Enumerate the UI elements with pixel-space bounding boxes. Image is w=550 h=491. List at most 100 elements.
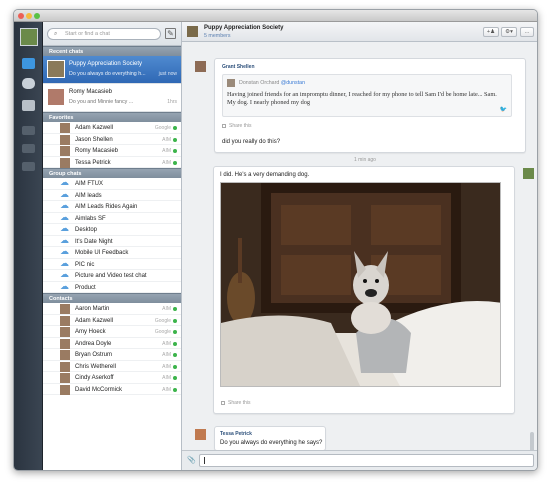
contact-avatar xyxy=(60,304,70,314)
message-input[interactable] xyxy=(199,454,534,467)
group-avatar xyxy=(47,60,65,78)
app-window: ⌕ Start or find a chat ✎ Recent chats Pup… xyxy=(13,9,538,471)
share-checkbox[interactable] xyxy=(221,400,225,405)
profile-avatar[interactable] xyxy=(20,28,38,46)
contacts-item[interactable]: Amy Hoeck Google xyxy=(43,326,181,338)
twitter-bird-icon: 🐦 xyxy=(499,107,507,113)
more-button[interactable]: … xyxy=(520,27,534,37)
service-label: AIM xyxy=(162,340,171,347)
contacts-item[interactable]: Bryan Ostrum AIM xyxy=(43,349,181,361)
online-status-dot xyxy=(173,307,177,311)
cloud-icon: ☁ xyxy=(60,188,69,199)
groups-item[interactable]: ☁ Picture and Video test chat xyxy=(43,270,181,282)
cloud-icon: ☁ xyxy=(60,269,69,279)
favorites-item[interactable]: Tessa Petrick AIM xyxy=(43,157,181,168)
chat-bubble-icon[interactable] xyxy=(22,58,35,69)
contacts-item[interactable]: Cindy Aserkoff AIM xyxy=(43,372,181,384)
compose-icon[interactable]: ✎ xyxy=(165,28,176,39)
zoom-window-button[interactable] xyxy=(34,13,40,19)
contact-avatar xyxy=(60,134,70,145)
attach-icon[interactable]: 📎 xyxy=(187,456,196,464)
dog-photo xyxy=(221,183,500,386)
timestamp: 1 min ago xyxy=(354,157,376,163)
groups-item[interactable]: ☁ AIM FTUX xyxy=(43,178,181,190)
contact-avatar xyxy=(60,338,70,349)
cloud-icon: ☁ xyxy=(60,177,69,187)
camera-icon[interactable] xyxy=(22,126,35,135)
image-icon[interactable] xyxy=(22,162,35,171)
text-cursor xyxy=(204,457,205,464)
favorites-item[interactable]: Romy Macasieb AIM xyxy=(43,145,181,157)
title-bar xyxy=(14,10,537,22)
section-favorites: Favorites xyxy=(43,112,181,122)
service-label: AIM xyxy=(162,352,171,358)
online-status-dot xyxy=(173,330,177,334)
recent-chat-item[interactable]: Romy Macasieb Do you and Minnie fancy ..… xyxy=(43,84,181,112)
cloud-icon: ☁ xyxy=(60,223,69,233)
online-status-dot xyxy=(173,137,177,142)
share-this[interactable]: Share this xyxy=(222,123,252,129)
contact-avatar xyxy=(60,327,70,337)
online-status-dot xyxy=(173,376,177,380)
add-people-button[interactable]: +♟ xyxy=(483,27,499,37)
message-input-bar: 📎 xyxy=(182,450,537,470)
groups-item[interactable]: ☁ Product xyxy=(43,281,181,293)
cloud-icon: ☁ xyxy=(60,257,69,268)
message-grant: Grant Shellen Donstan Orchard @dunstan H… xyxy=(214,58,526,153)
tessa-avatar xyxy=(195,429,206,440)
online-status-dot xyxy=(173,353,177,357)
cloud-icon: ☁ xyxy=(60,200,69,210)
groups-item[interactable]: ☁ Mobile UI Feedback xyxy=(43,247,181,259)
tweet-avatar xyxy=(227,79,235,87)
group-avatar xyxy=(187,26,198,37)
service-label: AIM xyxy=(162,148,171,154)
contacts-item[interactable]: Adam Kazwell Google xyxy=(43,315,181,326)
settings-menu-button[interactable]: ⚙▾ xyxy=(501,27,517,37)
contact-avatar xyxy=(60,157,70,168)
contact-avatar xyxy=(60,315,70,326)
service-label: Google xyxy=(154,125,171,131)
message-tessa: Tessa Petrick Do you always do everythin… xyxy=(214,426,326,451)
service-label: AIM xyxy=(162,363,171,370)
online-status-dot xyxy=(173,318,177,323)
service-label: AIM xyxy=(162,375,171,381)
section-contacts: Contacts xyxy=(43,293,181,303)
cloud-icon: ☁ xyxy=(60,246,69,256)
minimize-window-button[interactable] xyxy=(26,13,32,19)
service-label: AIM xyxy=(162,136,171,143)
close-window-button[interactable] xyxy=(18,13,24,19)
online-status-dot xyxy=(173,160,177,165)
contacts-item[interactable]: Aaron Martin AIM xyxy=(43,303,181,315)
online-status-dot xyxy=(173,387,177,392)
contact-avatar xyxy=(60,146,70,156)
contact-avatar xyxy=(60,361,70,372)
online-status-dot xyxy=(173,126,177,130)
share-checkbox[interactable] xyxy=(222,123,226,128)
groups-item[interactable]: ☁ Desktop xyxy=(43,224,181,236)
self-avatar xyxy=(523,168,534,179)
contacts-item[interactable]: Andrea Doyle AIM xyxy=(43,338,181,349)
photo-icon[interactable] xyxy=(22,144,35,153)
sidebar: ⌕ Start or find a chat ✎ Recent chats Pup… xyxy=(43,22,182,470)
people-icon[interactable] xyxy=(22,78,35,89)
contacts-item[interactable]: David McCormick AIM xyxy=(43,384,181,395)
members-link[interactable]: 5 members xyxy=(204,33,231,39)
recent-chat-item[interactable]: Puppy Appreciation Society Do you always… xyxy=(43,56,181,84)
section-recent: Recent chats xyxy=(43,46,181,56)
message-self: I did. He's a very demanding dog. Share … xyxy=(213,166,515,414)
share-this[interactable]: Share this xyxy=(221,400,251,406)
shared-photo[interactable] xyxy=(220,182,501,387)
tweet-quote[interactable]: Donstan Orchard @dunstan Having joined f… xyxy=(222,74,512,117)
favorites-item[interactable]: Adam Kazwell Google xyxy=(43,122,181,134)
calendar-icon[interactable] xyxy=(22,100,35,111)
search-input[interactable]: ⌕ Start or find a chat xyxy=(47,28,161,40)
contacts-item[interactable]: Chris Wetherell AIM xyxy=(43,361,181,372)
favorites-item[interactable]: Jason Shellen AIM xyxy=(43,134,181,145)
online-status-dot xyxy=(173,364,177,369)
service-label: AIM xyxy=(162,306,171,312)
groups-item[interactable]: ☁ AIM Leads Rides Again xyxy=(43,201,181,213)
contact-avatar xyxy=(47,88,65,106)
chat-title: Puppy Appreciation Society xyxy=(204,25,284,31)
search-icon: ⌕ xyxy=(54,31,58,37)
cloud-icon: ☁ xyxy=(60,211,69,222)
